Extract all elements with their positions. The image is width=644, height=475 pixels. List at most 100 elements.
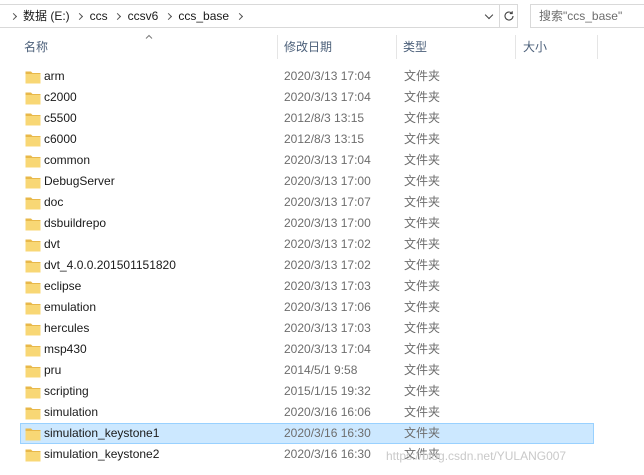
file-row[interactable]: c5500 2012/8/3 13:15 文件夹 (0, 108, 644, 129)
file-name[interactable]: c5500 (44, 108, 77, 129)
breadcrumb-label: ccsv6 (127, 9, 159, 23)
file-modified-date: 2020/3/13 17:03 (284, 279, 371, 293)
column-header-name[interactable]: 名称 (20, 33, 276, 61)
breadcrumb-item-ccs-base[interactable]: ccs_base (175, 5, 232, 27)
file-name[interactable]: pru (44, 360, 61, 381)
folder-icon (25, 155, 41, 168)
column-header-type[interactable]: 类型 (399, 33, 513, 61)
folder-icon (25, 365, 41, 378)
chevron-right-icon[interactable] (161, 5, 175, 27)
file-type: 文件夹 (404, 321, 441, 335)
file-modified-date: 2012/8/3 13:15 (284, 111, 365, 125)
file-row[interactable]: arm 2020/3/13 17:04 文件夹 (0, 66, 644, 87)
breadcrumb-item-ccs[interactable]: ccs (87, 5, 111, 27)
file-modified-date: 2020/3/13 17:02 (284, 237, 371, 251)
file-type: 文件夹 (404, 69, 441, 83)
file-type: 文件夹 (404, 426, 441, 440)
column-divider[interactable] (396, 35, 397, 59)
folder-icon (25, 302, 41, 315)
breadcrumb-item-ccsv6[interactable]: ccsv6 (125, 5, 162, 27)
file-name[interactable]: scripting (44, 381, 89, 402)
file-name[interactable]: dsbuildrepo (44, 213, 106, 234)
file-modified-date: 2020/3/13 17:04 (284, 90, 371, 104)
folder-icon (25, 323, 41, 336)
chevron-right-icon[interactable] (73, 5, 87, 27)
chevron-right-icon[interactable] (111, 5, 125, 27)
file-row[interactable]: eclipse 2020/3/13 17:03 文件夹 (0, 276, 644, 297)
column-divider[interactable] (515, 35, 516, 59)
file-modified-date: 2015/1/15 19:32 (284, 384, 371, 398)
file-modified-date: 2020/3/13 17:04 (284, 342, 371, 356)
column-header-size[interactable]: 大小 (519, 33, 594, 61)
folder-icon (25, 281, 41, 294)
address-bar[interactable]: 数据 (E:) ccs ccsv6 ccs_base (0, 4, 518, 28)
file-row[interactable]: simulation_keystone1 2020/3/16 16:30 文件夹 (0, 423, 644, 444)
file-modified-date: 2014/5/1 9:58 (284, 363, 358, 377)
file-modified-date: 2020/3/13 17:02 (284, 258, 371, 272)
file-name[interactable]: c2000 (44, 87, 77, 108)
file-modified-date: 2020/3/13 17:04 (284, 153, 371, 167)
folder-icon (25, 218, 41, 231)
folder-icon (25, 92, 41, 105)
file-name[interactable]: common (44, 150, 90, 171)
address-history-dropdown[interactable] (480, 5, 498, 27)
file-modified-date: 2020/3/16 16:06 (284, 405, 371, 419)
file-row[interactable]: dvt_4.0.0.201501151820 2020/3/13 17:02 文件夹 (0, 255, 644, 276)
file-name[interactable]: c6000 (44, 129, 77, 150)
file-type: 文件夹 (404, 237, 441, 251)
column-header-date[interactable]: 修改日期 (280, 33, 394, 61)
column-divider[interactable] (277, 35, 278, 59)
search-placeholder: 搜索"ccs_base" (539, 9, 623, 23)
file-row[interactable]: pru 2014/5/1 9:58 文件夹 (0, 360, 644, 381)
file-type: 文件夹 (404, 405, 441, 419)
file-row[interactable]: simulation 2020/3/16 16:06 文件夹 (0, 402, 644, 423)
folder-icon (25, 113, 41, 126)
file-row[interactable]: DebugServer 2020/3/13 17:00 文件夹 (0, 171, 644, 192)
file-row[interactable]: dsbuildrepo 2020/3/13 17:00 文件夹 (0, 213, 644, 234)
folder-icon (25, 260, 41, 273)
breadcrumb-item-drive[interactable]: 数据 (E:) (20, 5, 73, 27)
file-row[interactable]: hercules 2020/3/13 17:03 文件夹 (0, 318, 644, 339)
folder-icon (25, 134, 41, 147)
file-name[interactable]: hercules (44, 318, 89, 339)
folder-icon (25, 239, 41, 252)
file-name[interactable]: dvt (44, 234, 60, 255)
file-name[interactable]: DebugServer (44, 171, 115, 192)
file-name[interactable]: simulation (44, 402, 98, 423)
file-row[interactable]: msp430 2020/3/13 17:04 文件夹 (0, 339, 644, 360)
file-name[interactable]: arm (44, 66, 65, 87)
breadcrumb-label: ccs (89, 9, 108, 23)
file-name[interactable]: eclipse (44, 276, 81, 297)
file-type: 文件夹 (404, 342, 441, 356)
file-row[interactable]: c2000 2020/3/13 17:04 文件夹 (0, 87, 644, 108)
file-name[interactable]: simulation_keystone1 (44, 423, 159, 444)
file-row[interactable]: doc 2020/3/13 17:07 文件夹 (0, 192, 644, 213)
file-modified-date: 2020/3/13 17:07 (284, 195, 371, 209)
file-name[interactable]: simulation_keystone2 (44, 444, 159, 465)
file-list: arm 2020/3/13 17:04 文件夹 c2000 2020/3/13 17:0… (0, 66, 644, 465)
column-divider[interactable] (597, 35, 598, 59)
file-name[interactable]: msp430 (44, 339, 87, 360)
file-type: 文件夹 (404, 258, 441, 272)
file-modified-date: 2020/3/13 17:06 (284, 300, 371, 314)
file-row[interactable]: dvt 2020/3/13 17:02 文件夹 (0, 234, 644, 255)
chevron-down-icon (484, 10, 494, 19)
file-explorer-window: 数据 (E:) ccs ccsv6 ccs_base 搜索"ccs_base" … (0, 0, 644, 475)
file-type: 文件夹 (404, 363, 441, 377)
file-row[interactable]: common 2020/3/13 17:04 文件夹 (0, 150, 644, 171)
navigation-bar: 数据 (E:) ccs ccsv6 ccs_base 搜索"ccs_base" (0, 0, 644, 32)
breadcrumb-label: ccs_base (178, 9, 230, 23)
file-type: 文件夹 (404, 279, 441, 293)
file-row[interactable]: c6000 2012/8/3 13:15 文件夹 (0, 129, 644, 150)
file-row[interactable]: scripting 2015/1/15 19:32 文件夹 (0, 381, 644, 402)
search-input[interactable]: 搜索"ccs_base" (530, 4, 644, 28)
file-modified-date: 2020/3/16 16:30 (284, 447, 371, 461)
chevron-right-icon[interactable] (232, 5, 246, 27)
chevron-right-icon[interactable] (6, 5, 20, 27)
file-name[interactable]: dvt_4.0.0.201501151820 (44, 255, 176, 276)
file-modified-date: 2020/3/13 17:04 (284, 69, 371, 83)
file-name[interactable]: doc (44, 192, 63, 213)
file-name[interactable]: emulation (44, 297, 96, 318)
refresh-button[interactable] (499, 5, 517, 27)
file-row[interactable]: emulation 2020/3/13 17:06 文件夹 (0, 297, 644, 318)
